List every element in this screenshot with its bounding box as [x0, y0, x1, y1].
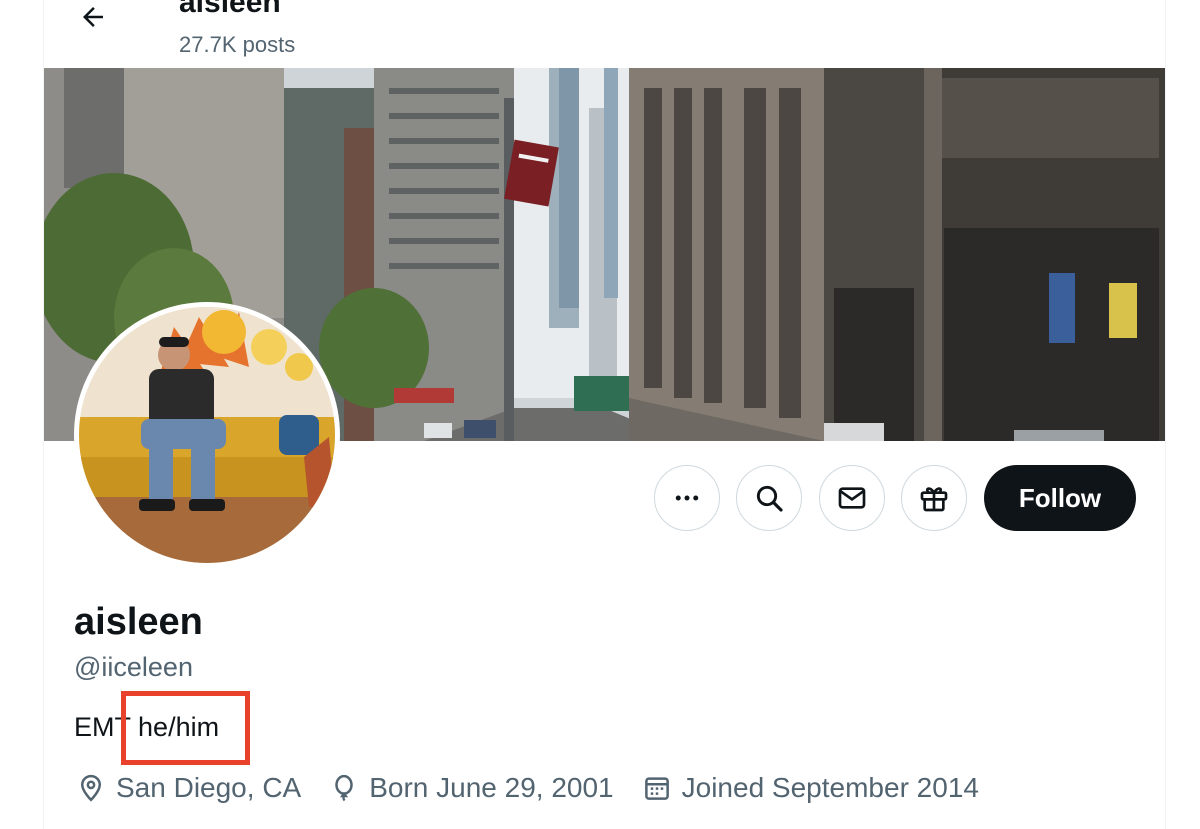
avatar-image [79, 307, 335, 563]
calendar-icon [644, 777, 669, 800]
highlight-box [121, 691, 250, 765]
more-icon [675, 495, 699, 501]
header-title: aisleen [179, 0, 281, 19]
location-icon [80, 774, 102, 802]
search-button[interactable] [736, 465, 802, 531]
joined-item: Joined September 2014 [642, 772, 979, 804]
location-item: San Diego, CA [76, 772, 301, 804]
birthday-text: Born June 29, 2001 [369, 772, 614, 803]
display-name: aisleen [74, 601, 203, 643]
back-arrow-icon [83, 7, 103, 27]
message-icon [838, 487, 866, 509]
gift-button[interactable] [901, 465, 967, 531]
more-button[interactable] [654, 465, 720, 531]
header-post-count: 27.7K posts [179, 32, 296, 57]
user-handle: @iiceleen [74, 652, 193, 682]
profile-meta: San Diego, CA Born June 29, 2001 Joined … [76, 768, 1007, 808]
balloon-icon [335, 774, 353, 802]
location-text: San Diego, CA [116, 772, 302, 803]
message-button[interactable] [819, 465, 885, 531]
search-icon [756, 485, 783, 512]
birthday-item: Born June 29, 2001 [329, 772, 614, 804]
follow-button[interactable]: Follow [984, 465, 1136, 531]
profile-page: aisleen 27.7K posts Follow aisleen @iice… [0, 0, 1200, 829]
gift-icon [920, 487, 948, 512]
profile-avatar[interactable] [74, 302, 340, 568]
joined-text: Joined September 2014 [681, 772, 979, 803]
